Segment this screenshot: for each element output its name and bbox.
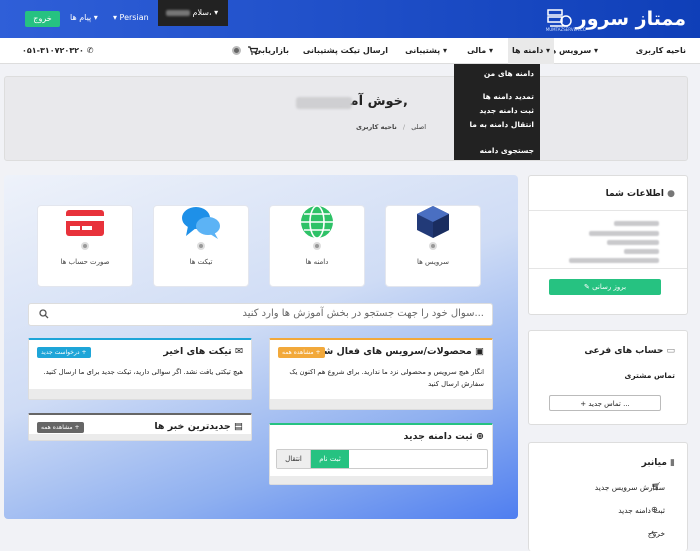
tile-label: صورت حساب ها — [60, 258, 110, 266]
logo-subtext: MUMTAZSERVER.CO — [545, 27, 586, 32]
divider — [529, 210, 687, 211]
logout-button[interactable]: خروج — [25, 11, 60, 27]
user-menu-label: سلام، ▾ — [192, 8, 219, 17]
tile-domains[interactable]: دامنه ها — [269, 205, 365, 287]
new-ticket-button[interactable]: درخواست جدید + — [37, 347, 91, 358]
recent-tickets-card: تیکت های اخیر ✉ درخواست جدید + هیچ تیکتی… — [28, 338, 252, 400]
search-placeholder: سوال خود را جهت جستجو در بخش آموزش ها وا… — [242, 308, 484, 319]
view-all-news-button[interactable]: مشاهده همه + — [37, 422, 84, 433]
chat-bubbles-icon — [182, 207, 220, 239]
tile-label: سرویس ها — [416, 258, 450, 266]
dropdown-renew-domains[interactable]: تمدید دامنه ها — [483, 92, 534, 101]
tile-label: تیکت ها — [189, 258, 213, 266]
blurred-username — [296, 97, 352, 109]
user-menu[interactable]: سلام، ▾ — [158, 0, 228, 26]
transfer-domain-button[interactable]: انتقال — [277, 450, 311, 468]
search-icon[interactable] — [39, 309, 49, 319]
brand-logo[interactable]: ممتاز سرور MUMTAZSERVER.CO — [545, 5, 687, 33]
blurred-username — [166, 9, 190, 16]
messages-menu[interactable]: پیام ها ▾ — [70, 13, 98, 22]
panel-title: اطلاعات شما ● — [605, 189, 675, 199]
blurred-info-line — [607, 240, 659, 245]
breadcrumb-current: ناحیه کاربری — [356, 123, 397, 131]
card-title: تیکت های اخیر ✉ — [163, 346, 243, 357]
comments-icon: ✉ — [235, 346, 243, 357]
shortcut-register-domain[interactable]: ثبت دامنه جدید — [618, 506, 665, 515]
phone-text: ۰۵۱-۳۱۰۷۲۰۳۲۰ — [22, 46, 84, 55]
blurred-info-line — [589, 231, 659, 236]
nav-item-domains[interactable]: دامنه ها ▾ — [508, 38, 554, 64]
tile-indicator — [313, 242, 321, 250]
register-domain-button[interactable]: ثبت نام — [311, 450, 349, 468]
bookmark-icon: ▮ — [670, 458, 675, 468]
dropdown-my-domains[interactable]: دامنه های من — [484, 69, 534, 78]
blurred-info-line — [614, 221, 659, 226]
tile-services[interactable]: سرویس ها — [385, 205, 481, 287]
panel-title: حساب های فرعی ▭ — [584, 346, 675, 356]
breadcrumb: اصلی / ناحیه کاربری — [356, 123, 426, 131]
card-title: جدیدترین خبر ها ▤ — [154, 421, 243, 432]
register-domain-card: ثبت دامنه جدید ⊕ انتقال ثبت نام — [269, 423, 493, 485]
nav-item-open-ticket[interactable]: ارسال تیکت پشتیبانی — [303, 38, 388, 64]
nav-item-services[interactable]: سرویس ها ▾ — [548, 38, 598, 64]
nav-item-support[interactable]: پشتیبانی ▾ — [405, 38, 447, 64]
card-footer — [270, 399, 492, 409]
new-contact-button[interactable]: + تماس جدید ... — [549, 395, 661, 411]
your-info-panel: اطلاعات شما ● ✎ بروز رسانی — [528, 175, 688, 315]
card-body: هیچ تیکتی یافت نشد. اگر سوالی دارید، تیک… — [43, 368, 243, 376]
dropdown-transfer-domain[interactable]: انتقال دامنه به ما — [469, 120, 534, 129]
cube-small-icon: ▣ — [475, 346, 484, 357]
folder-icon: ▭ — [666, 346, 675, 356]
newspaper-icon: ▤ — [234, 421, 243, 432]
tile-indicator — [197, 242, 205, 250]
knowledgebase-search-input[interactable]: سوال خود را جهت جستجو در بخش آموزش ها وا… — [28, 303, 493, 326]
tile-label: دامنه ها — [305, 258, 329, 266]
arrow-left-icon: ← — [651, 528, 658, 537]
globe-small-icon: ⊕ — [651, 505, 658, 514]
contacts-subtitle: تماس مشتری — [624, 371, 676, 380]
notifications-icon[interactable] — [232, 38, 241, 64]
user-icon: ● — [667, 189, 675, 199]
language-selector[interactable]: ▾ Persian — [113, 13, 149, 22]
card-title: محصولات/سرویس های فعال شما ▣ — [313, 346, 484, 357]
cube-icon — [417, 206, 449, 238]
dropdown-domain-search[interactable]: جستجوی دامنه — [480, 146, 534, 155]
welcome-hero — [4, 76, 688, 161]
breadcrumb-separator: / — [402, 123, 406, 131]
blurred-info-line — [624, 249, 659, 254]
view-all-products-button[interactable]: مشاهده همه + — [278, 347, 325, 358]
card-footer — [270, 476, 492, 484]
update-info-button[interactable]: ✎ بروز رسانی — [549, 279, 661, 295]
logo-text: ممتاز سرور — [575, 8, 687, 30]
globe-small-icon: ⊕ — [476, 431, 484, 442]
contacts-panel: حساب های فرعی ▭ تماس مشتری + تماس جدید .… — [528, 330, 688, 425]
nav-item-client-area[interactable]: ناحیه کاربری — [636, 38, 686, 64]
nav-item-billing[interactable]: مالی ▾ — [467, 38, 493, 64]
nav-item-affiliates[interactable]: بازاریابی — [254, 38, 289, 64]
tile-indicator — [81, 242, 89, 250]
breadcrumb-home[interactable]: اصلی — [411, 123, 426, 131]
card-title: ثبت دامنه جدید ⊕ — [403, 431, 484, 442]
credit-card-icon — [66, 210, 104, 236]
tile-invoices[interactable]: صورت حساب ها — [37, 205, 133, 287]
shortcuts-panel: میانبر ▮ سفارش سرویس جدید 🛒︎ ثبت دامنه ج… — [528, 442, 688, 551]
phone-icon: ✆ — [86, 46, 94, 55]
card-footer — [29, 434, 251, 440]
globe-icon — [301, 205, 333, 239]
cart-small-icon: 🛒︎ — [651, 482, 662, 491]
card-body: انگار هیچ سرویس و محصولی نزد ما ندارید. … — [289, 368, 484, 388]
card-footer — [29, 389, 251, 399]
tile-indicator — [429, 242, 437, 250]
divider — [529, 268, 687, 269]
latest-news-card: جدیدترین خبر ها ▤ مشاهده همه + — [28, 413, 252, 441]
cart-icon[interactable] — [248, 38, 259, 64]
active-products-card: محصولات/سرویس های فعال شما ▣ مشاهده همه … — [269, 338, 493, 410]
blurred-info-line — [569, 258, 659, 263]
tile-tickets[interactable]: تیکت ها — [153, 205, 249, 287]
panel-title: میانبر ▮ — [641, 458, 675, 468]
phone-number: ۰۵۱-۳۱۰۷۲۰۳۲۰ ✆ — [22, 38, 93, 64]
domains-dropdown: دامنه های من تمدید دامنه ها ثبت دامنه جد… — [454, 64, 540, 160]
dropdown-register-domain[interactable]: ثبت دامنه جدید — [479, 106, 534, 115]
